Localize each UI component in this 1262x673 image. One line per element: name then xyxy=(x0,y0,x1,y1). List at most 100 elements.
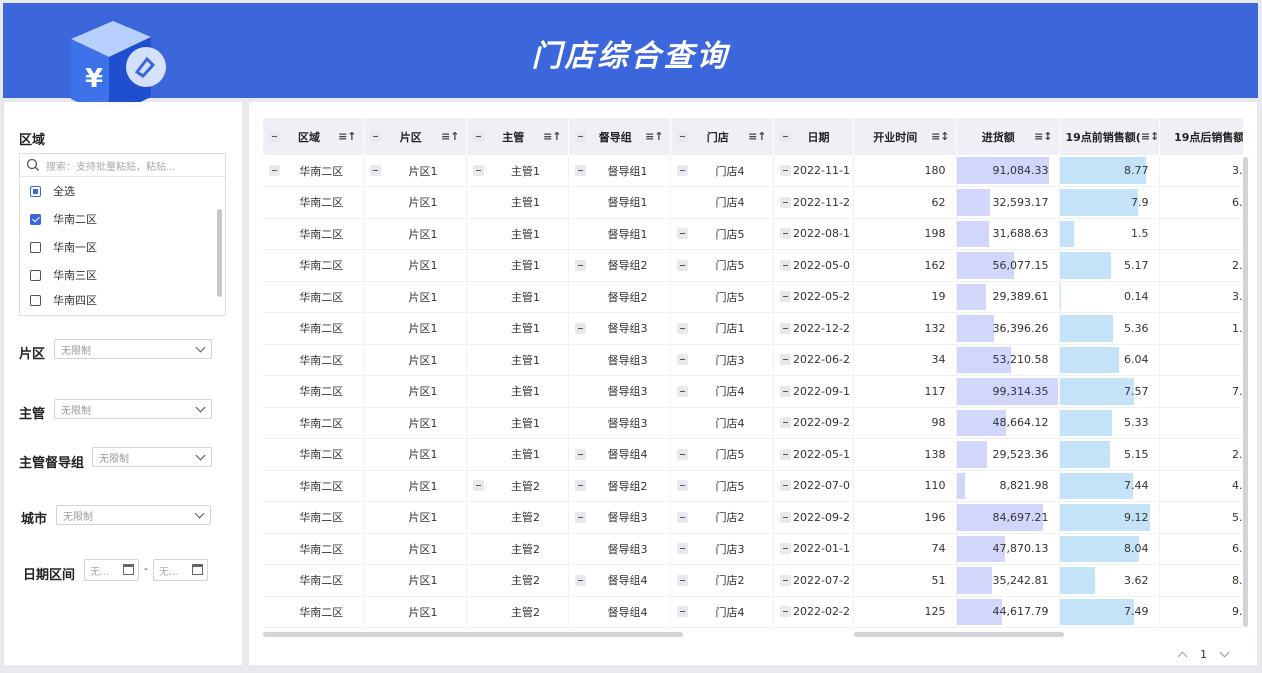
cell-text: 2022-08-1 xyxy=(793,227,850,241)
collapse-icon[interactable] xyxy=(676,385,688,397)
date-end-input[interactable]: 无... xyxy=(153,559,208,581)
collapse-icon[interactable] xyxy=(779,480,791,492)
collapse-icon[interactable] xyxy=(779,511,791,523)
region-list-scrollbar[interactable] xyxy=(217,209,222,297)
collapse-icon[interactable] xyxy=(676,448,688,460)
collapse-icon[interactable] xyxy=(574,131,586,142)
zone-select[interactable]: 无限制 xyxy=(54,339,212,359)
table-row[interactable]: 华南二区 片区1 主管2 督导组2 门店5 2022-07-0 110 8,821.98 7.4… xyxy=(263,470,1243,502)
column-header-post19-sales[interactable]: 19点后销售额(≡↕ xyxy=(1159,118,1243,155)
column-header-group[interactable]: 督导组 ≡↑ xyxy=(568,118,671,155)
region-option-south2[interactable]: 华南二区 xyxy=(20,205,225,233)
chevron-up-icon[interactable] xyxy=(1177,651,1188,661)
table-row[interactable]: 华南二区 片区1 主管1 督导组2 门店5 2022-05-2 19 29,389.61 0.1… xyxy=(263,281,1243,313)
region-search-input[interactable]: 搜索：支持批量粘贴，粘贴... xyxy=(20,154,225,177)
supervisor-group-select[interactable]: 无限制 xyxy=(92,447,212,467)
chevron-down-icon[interactable] xyxy=(1219,647,1230,657)
table-row[interactable]: 华南二区 片区1 主管1 督导组3 门店4 2022-09-2 98 48,664.12 5.3… xyxy=(263,407,1243,439)
table-row[interactable]: 华南二区 片区1 主管2 督导组3 门店3 2022-01-1 74 47,870.13 8.0… xyxy=(263,533,1243,565)
cell-region: 华南二区 xyxy=(263,501,364,534)
cell-text: 片区1 xyxy=(408,605,438,619)
collapse-icon[interactable] xyxy=(779,606,791,618)
collapse-icon[interactable] xyxy=(676,259,688,271)
table-horizontal-scrollbar-left[interactable] xyxy=(263,632,683,637)
region-option-all[interactable]: 全选 xyxy=(20,177,225,205)
collapse-icon[interactable] xyxy=(574,322,586,334)
collapse-icon[interactable] xyxy=(779,259,791,271)
region-option-south4[interactable]: 华南四区 xyxy=(20,289,225,311)
collapse-icon[interactable] xyxy=(779,228,791,240)
collapse-icon[interactable] xyxy=(676,131,688,142)
table-row[interactable]: 华南二区 片区1 主管1 督导组1 门店5 2022-08-1 198 31,688.63 1.… xyxy=(263,218,1243,250)
collapse-icon[interactable] xyxy=(676,228,688,240)
table-row[interactable]: 华南二区 片区1 主管2 督导组4 门店4 2022-02-2 125 44,617.79 7.… xyxy=(263,596,1243,628)
collapse-icon[interactable] xyxy=(574,480,586,492)
table-row[interactable]: 华南二区 片区1 主管1 督导组3 门店4 2022-09-1 117 99,314.35 7.… xyxy=(263,375,1243,408)
collapse-icon[interactable] xyxy=(779,291,791,303)
column-header-date[interactable]: 日期 xyxy=(773,118,854,155)
column-header-pre19-sales[interactable]: 19点前销售额(≡↕ xyxy=(1059,118,1160,155)
sort-icon[interactable]: ≡↑ xyxy=(338,130,356,143)
collapse-icon[interactable] xyxy=(269,131,280,142)
collapse-icon[interactable] xyxy=(779,322,791,334)
table-row[interactable]: 华南二区 片区1 主管1 督导组3 门店3 2022-06-2 34 53,210.58 6.0… xyxy=(263,344,1243,376)
region-option-south3[interactable]: 华南三区 xyxy=(20,261,225,289)
collapse-icon[interactable] xyxy=(676,606,688,618)
collapse-icon[interactable] xyxy=(369,131,381,142)
column-header-open-days[interactable]: 开业时间 ≡↕ xyxy=(853,118,957,155)
column-header-region[interactable]: 区域 ≡↑ xyxy=(263,118,364,155)
collapse-icon[interactable] xyxy=(269,165,280,176)
sort-icon[interactable]: ≡↕ xyxy=(931,130,949,143)
table-row[interactable]: 华南二区 片区1 主管2 督导组4 门店2 2022-07-2 51 35,242.81 3.6… xyxy=(263,564,1243,597)
sort-icon[interactable]: ≡↑ xyxy=(441,130,459,143)
collapse-icon[interactable] xyxy=(779,574,791,586)
cell-group: 督导组2 xyxy=(568,281,671,313)
table-horizontal-scrollbar-right[interactable] xyxy=(854,632,1064,637)
column-header-zone[interactable]: 片区 ≡↑ xyxy=(363,118,467,155)
manager-select[interactable]: 无限制 xyxy=(54,399,212,419)
cell-text: 6.04 xyxy=(1124,353,1149,367)
collapse-icon[interactable] xyxy=(676,543,688,555)
collapse-icon[interactable] xyxy=(779,448,791,460)
collapse-icon[interactable] xyxy=(779,131,791,142)
column-header-manager[interactable]: 主管 ≡↑ xyxy=(466,118,569,155)
collapse-icon[interactable] xyxy=(676,165,688,176)
collapse-icon[interactable] xyxy=(574,165,586,176)
collapse-icon[interactable] xyxy=(472,165,484,176)
collapse-icon[interactable] xyxy=(676,480,688,492)
collapse-icon[interactable] xyxy=(779,543,791,555)
collapse-icon[interactable] xyxy=(472,131,484,142)
collapse-icon[interactable] xyxy=(574,511,586,523)
table-row[interactable]: 华南二区 片区1 主管1 督导组1 门店4 2022-11-2 62 32,593.17 7.9… xyxy=(263,186,1243,219)
sort-icon[interactable]: ≡↑ xyxy=(543,130,561,143)
sort-icon[interactable]: ≡↕ xyxy=(1034,130,1052,143)
table-row[interactable]: 华南二区 片区1 主管1 督导组1 门店4 2022-11-1 180 91,084.33 8.… xyxy=(263,155,1243,187)
table-row[interactable]: 华南二区 片区1 主管1 督导组2 门店5 2022-05-0 162 56,077.15 5.… xyxy=(263,249,1243,282)
collapse-icon[interactable] xyxy=(676,322,688,334)
collapse-icon[interactable] xyxy=(676,354,688,366)
column-header-purchase[interactable]: 进货额 ≡↕ xyxy=(956,118,1060,155)
table-row[interactable]: 华南二区 片区1 主管1 督导组4 门店5 2022-05-1 138 29,523.36 5.… xyxy=(263,438,1243,471)
collapse-icon[interactable] xyxy=(574,574,586,586)
collapse-icon[interactable] xyxy=(779,165,791,176)
collapse-icon[interactable] xyxy=(574,259,586,271)
sort-icon[interactable]: ≡↑ xyxy=(748,130,766,143)
collapse-icon[interactable] xyxy=(472,480,484,492)
column-header-store[interactable]: 门店 ≡↑ xyxy=(670,118,774,155)
table-row[interactable]: 华南二区 片区1 主管2 督导组3 门店2 2022-09-2 196 84,697.21 9.… xyxy=(263,501,1243,534)
collapse-icon[interactable] xyxy=(574,448,586,460)
region-option-south1[interactable]: 华南一区 xyxy=(20,233,225,261)
table-vertical-scrollbar[interactable] xyxy=(1243,157,1248,627)
collapse-icon[interactable] xyxy=(676,511,688,523)
collapse-icon[interactable] xyxy=(369,165,381,176)
collapse-icon[interactable] xyxy=(779,354,791,366)
collapse-icon[interactable] xyxy=(779,196,791,208)
sort-icon[interactable]: ≡↑ xyxy=(645,130,663,143)
date-start-input[interactable]: 无... xyxy=(84,559,139,581)
sort-icon[interactable]: ≡↕ xyxy=(1141,130,1158,143)
collapse-icon[interactable] xyxy=(676,574,688,586)
city-select[interactable]: 无限制 xyxy=(56,505,211,525)
collapse-icon[interactable] xyxy=(779,417,791,429)
collapse-icon[interactable] xyxy=(779,385,791,397)
table-row[interactable]: 华南二区 片区1 主管1 督导组3 门店1 2022-12-2 132 36,396.26 5.… xyxy=(263,312,1243,345)
